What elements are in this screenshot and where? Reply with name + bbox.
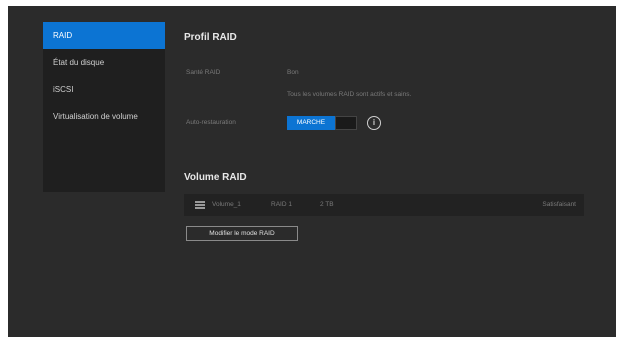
volume-raid-level: RAID 1 <box>271 201 292 208</box>
sidebar-item-iscsi[interactable]: iSCSI <box>43 76 165 103</box>
sidebar-item-volume-virtualization[interactable]: Virtualisation de volume <box>43 103 165 130</box>
raid-health-label: Santé RAID <box>186 69 221 76</box>
app-window: RAID État du disque iSCSI Virtualisation… <box>8 6 616 337</box>
raid-health-value: Bon <box>287 69 299 76</box>
toggle-knob <box>335 116 357 130</box>
volume-name: Volume_1 <box>212 201 241 208</box>
raid-profile-title: Profil RAID <box>184 32 237 43</box>
volume-row[interactable]: Volume_1 RAID 1 2 TB Satisfaisant <box>184 194 584 216</box>
sidebar-item-disk-status[interactable]: État du disque <box>43 49 165 76</box>
auto-rebuild-label: Auto-restauration <box>186 119 236 126</box>
volume-status: Satisfaisant <box>542 201 576 208</box>
disk-icon <box>195 201 205 209</box>
raid-health-message: Tous les volumes RAID sont actifs et sai… <box>287 91 412 98</box>
modify-raid-mode-button[interactable]: Modifier le mode RAID <box>186 226 298 241</box>
toggle-on-label: MARCHE <box>287 116 335 130</box>
volume-size: 2 TB <box>320 201 334 208</box>
sidebar: RAID État du disque iSCSI Virtualisation… <box>43 22 165 192</box>
auto-rebuild-toggle[interactable]: MARCHE <box>287 116 357 130</box>
sidebar-item-raid[interactable]: RAID <box>43 22 165 49</box>
raid-volume-title: Volume RAID <box>184 172 247 183</box>
info-icon[interactable]: i <box>367 116 381 130</box>
